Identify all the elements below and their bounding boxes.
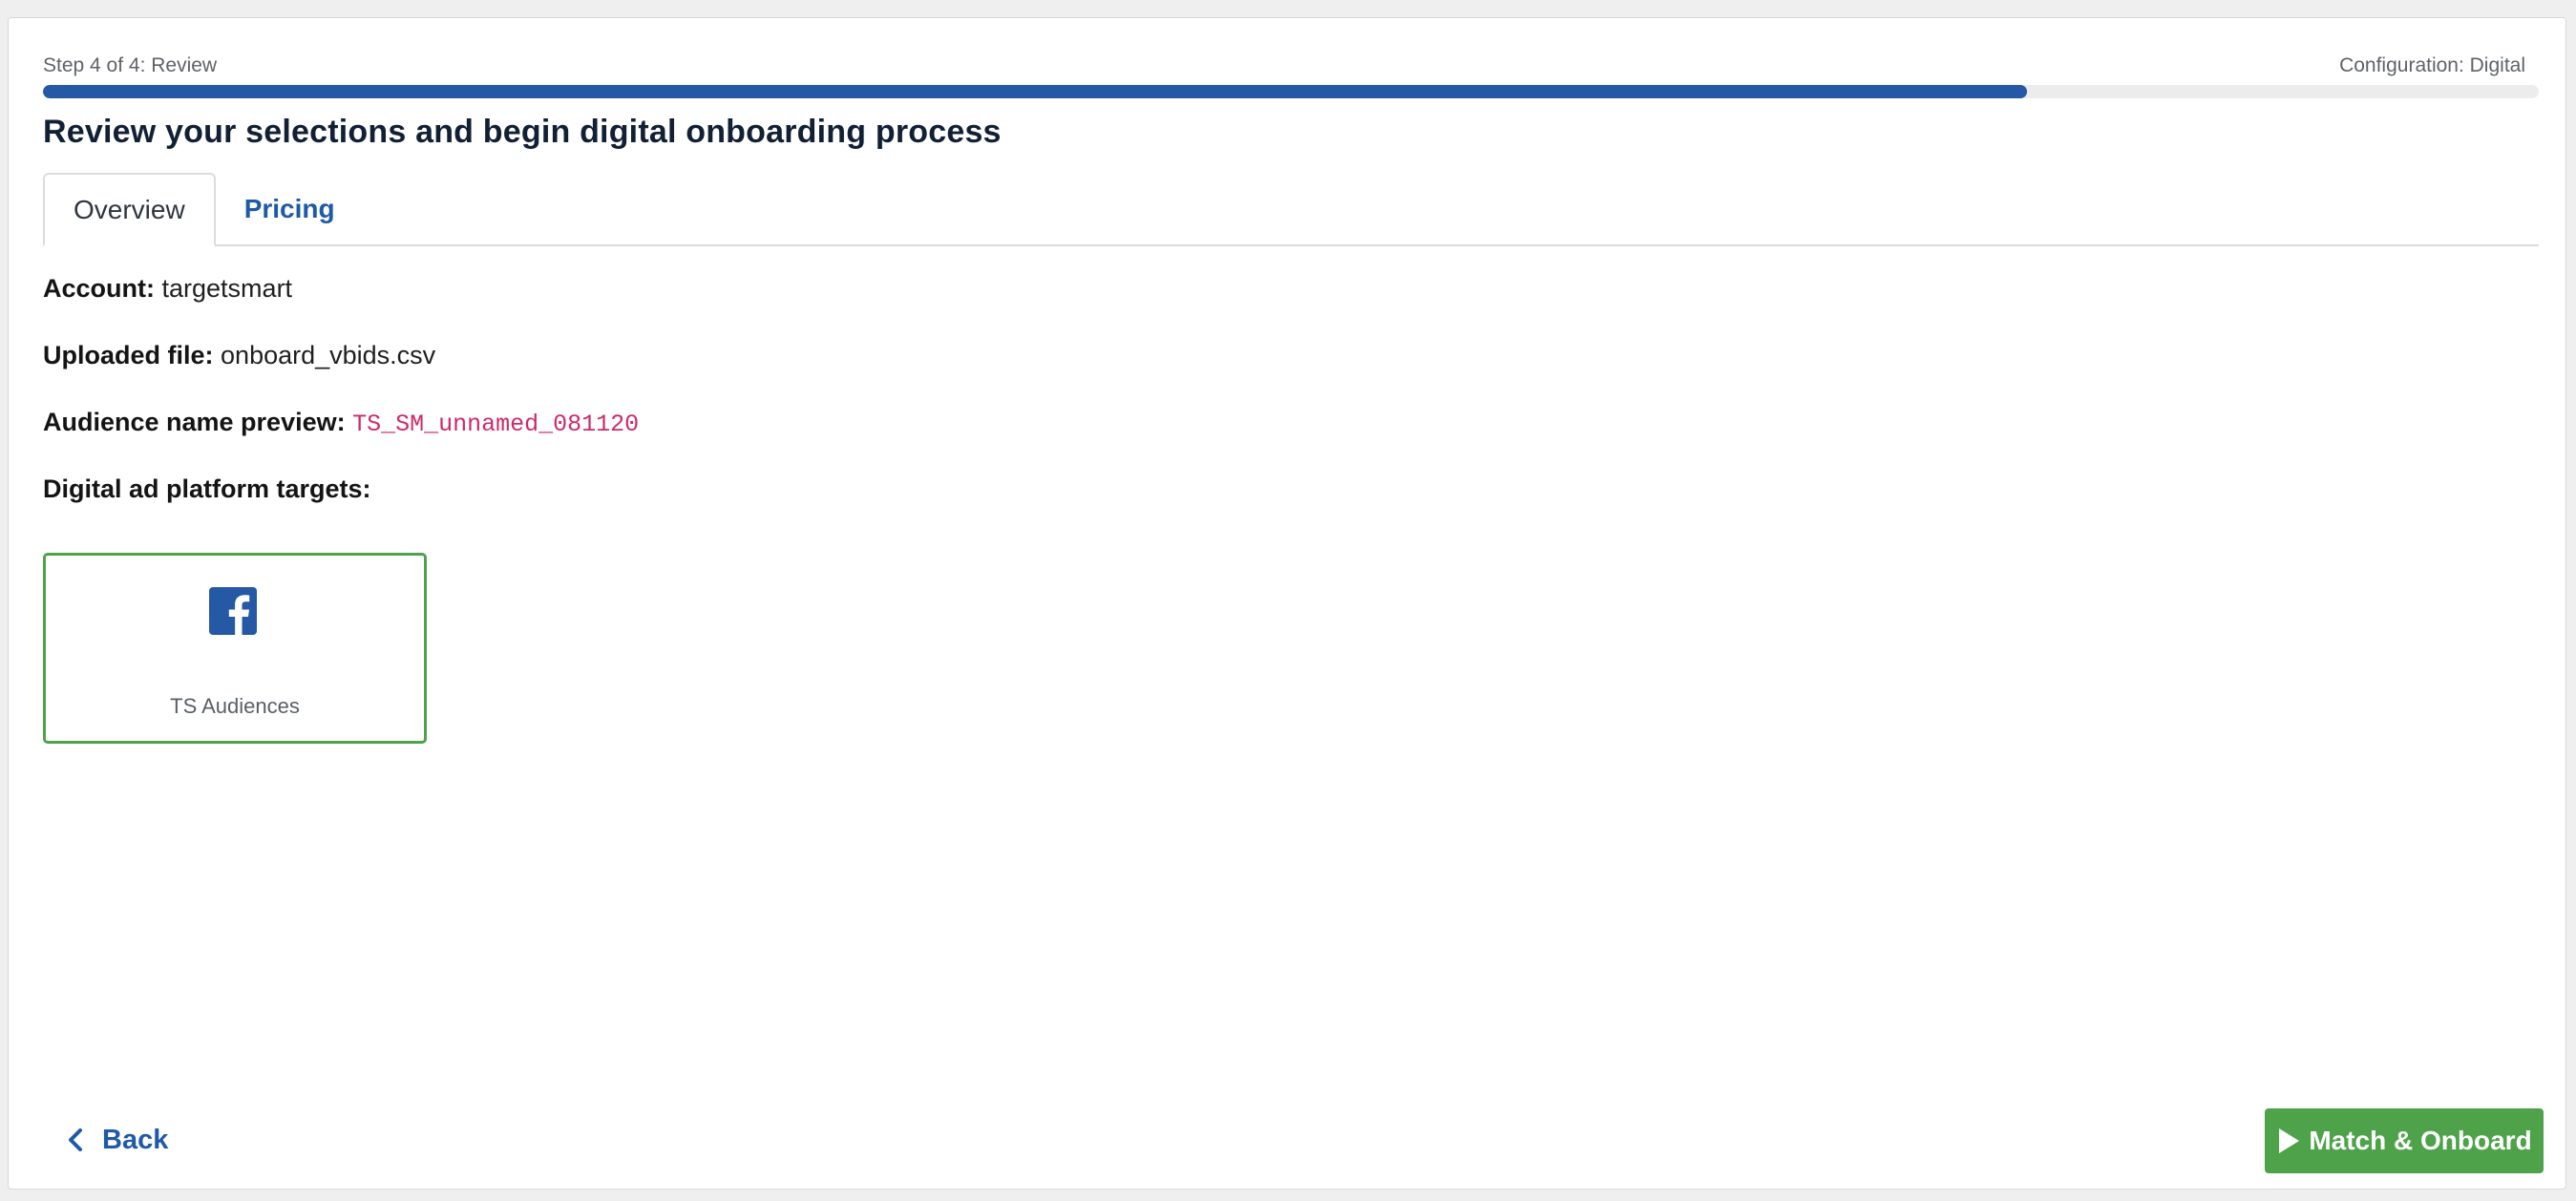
facebook-icon (209, 587, 257, 635)
match-onboard-label: Match & Onboard (2309, 1126, 2532, 1155)
account-label: Account: (43, 274, 155, 303)
uploaded-file-row: Uploaded file: onboard_vbids.csv (43, 341, 435, 370)
play-icon (2279, 1128, 2300, 1153)
target-label: TS Audiences (170, 694, 300, 718)
chevron-left-icon (69, 1128, 82, 1151)
progress-bar-fill (43, 85, 2028, 98)
audience-name-value: TS_SM_unnamed_081120 (352, 411, 640, 438)
back-button[interactable]: Back (66, 1116, 168, 1164)
account-value: targetsmart (161, 274, 293, 303)
progress-header: Step 4 of 4: Review Configuration: Digit… (43, 54, 2525, 77)
audience-name-row: Audience name preview: TS_SM_unnamed_081… (43, 408, 639, 438)
tab-overview[interactable]: Overview (43, 173, 216, 246)
targets-row: Digital ad platform targets: (43, 474, 371, 504)
step-indicator: Step 4 of 4: Review (43, 54, 218, 76)
account-row: Account: targetsmart (43, 274, 292, 304)
target-card-ts-audiences[interactable]: TS Audiences (43, 553, 427, 744)
page-title: Review your selections and begin digital… (43, 114, 1002, 150)
uploaded-file-value: onboard_vbids.csv (221, 341, 436, 369)
targets-label: Digital ad platform targets: (43, 474, 371, 503)
audience-name-label: Audience name preview: (43, 408, 346, 436)
uploaded-file-label: Uploaded file: (43, 341, 214, 369)
configuration-indicator: Configuration: Digital (2339, 54, 2525, 76)
progress-bar (43, 85, 2539, 98)
onboarding-review-card: Step 4 of 4: Review Configuration: Digit… (8, 17, 2566, 1190)
back-button-label: Back (102, 1124, 169, 1155)
match-onboard-button[interactable]: Match & Onboard (2265, 1108, 2544, 1173)
tab-pricing[interactable]: Pricing (216, 173, 364, 244)
tab-bar: Overview Pricing (43, 173, 2539, 246)
